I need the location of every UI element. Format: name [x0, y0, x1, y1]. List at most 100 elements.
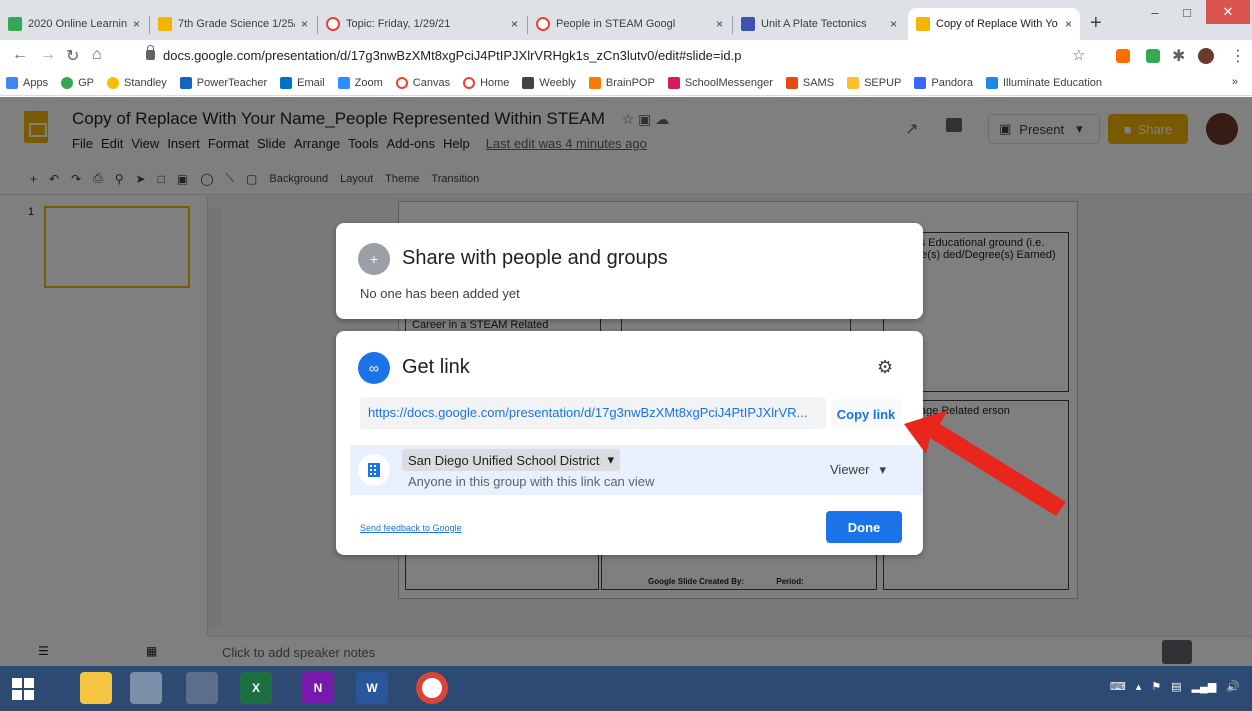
signal-icon[interactable]: ▂▄▆ — [1192, 680, 1217, 693]
file-explorer-icon[interactable] — [80, 672, 112, 704]
brainpop-icon — [588, 76, 601, 89]
done-button[interactable]: Done — [826, 511, 902, 543]
keyboard-icon[interactable]: ⌨ — [1110, 680, 1126, 693]
menu-kebab-icon[interactable]: ⋮ — [1230, 46, 1246, 66]
bookmark-powerteacher[interactable]: PowerTeacher — [179, 76, 267, 89]
zoom-icon — [337, 76, 350, 89]
slides-icon — [916, 17, 930, 31]
bookmarks-more-icon[interactable]: » — [1232, 76, 1238, 88]
get-link-title: Get link — [402, 356, 470, 378]
reload-icon[interactable]: ↻ — [66, 46, 79, 66]
new-tab-button[interactable]: + — [1090, 12, 1102, 35]
permission-row: San Diego Unified School District ▾ Anyo… — [350, 445, 923, 495]
bookmark-home[interactable]: Home — [463, 76, 509, 89]
canvas-icon — [463, 76, 476, 89]
system-tray: ⌨ ▴ ⚑ ▤ ▂▄▆ 🔊 — [1110, 680, 1240, 693]
bookmark-apps[interactable]: Apps — [6, 76, 48, 89]
flag-icon[interactable]: ⚑ — [1151, 680, 1161, 693]
extension-icon[interactable] — [1116, 49, 1130, 63]
role-dropdown[interactable]: Viewer ▾ — [830, 462, 886, 478]
pandora-icon — [914, 76, 927, 89]
window-close-icon[interactable]: ✕ — [1206, 0, 1250, 24]
canvas-icon — [536, 17, 550, 31]
sepup-icon — [847, 76, 860, 89]
bookmark-weebly[interactable]: Weebly — [522, 76, 576, 89]
volume-icon[interactable]: 🔊 — [1226, 680, 1240, 693]
bookmark-zoom[interactable]: Zoom — [337, 76, 383, 89]
bookmark-standley[interactable]: Standley — [106, 76, 167, 89]
extensions-puzzle-icon[interactable]: ✱ — [1172, 46, 1185, 66]
windows-taskbar: X N W ⌨ ▴ ⚑ ▤ ▂▄▆ 🔊 — [0, 666, 1252, 711]
outlook-icon — [280, 76, 293, 89]
illuminate-icon — [985, 76, 998, 89]
bookmark-pandora[interactable]: Pandora — [914, 76, 973, 89]
onenote-icon — [741, 17, 755, 31]
minimize-icon[interactable]: – — [1140, 0, 1170, 24]
bookmark-star-icon[interactable]: ☆ — [1072, 46, 1085, 64]
get-link-card: ∞ Get link ⚙ https://docs.google.com/pre… — [336, 331, 923, 555]
bookmark-canvas[interactable]: Canvas — [395, 76, 450, 89]
chrome-icon[interactable] — [416, 672, 448, 704]
browser-tab[interactable]: Unit A Plate Tectonics × — [733, 8, 905, 40]
bookmark-email[interactable]: Email — [280, 76, 325, 89]
chevron-down-icon: ▾ — [879, 462, 887, 477]
forward-icon[interactable]: → — [40, 46, 56, 64]
link-icon: ∞ — [358, 352, 390, 384]
windows-start-icon[interactable] — [12, 678, 34, 700]
address-bar-row: ← → ↻ ⌂ docs.google.com/presentation/d/1… — [0, 40, 1252, 70]
profile-avatar[interactable] — [1198, 48, 1214, 64]
maximize-icon[interactable]: □ — [1172, 0, 1202, 24]
bookmark-illuminate[interactable]: Illuminate Education — [985, 76, 1102, 89]
back-icon[interactable]: ← — [12, 46, 28, 64]
share-title: Share with people and groups — [402, 247, 668, 269]
building-icon — [358, 454, 390, 486]
word-icon[interactable]: W — [356, 672, 388, 704]
bookmark-sams[interactable]: SAMS — [785, 76, 834, 89]
network-icon[interactable]: ▤ — [1171, 680, 1181, 693]
browser-tab[interactable]: Topic: Friday, 1/29/21 × — [318, 8, 526, 40]
bookmark-icon — [106, 76, 119, 89]
browser-tab-active[interactable]: Copy of Replace With Yo × — [908, 8, 1080, 40]
url-field[interactable]: docs.google.com/presentation/d/17g3nwBzX… — [126, 43, 1126, 67]
home-icon[interactable]: ⌂ — [92, 46, 102, 64]
gear-icon[interactable]: ⚙ — [877, 357, 893, 378]
bookmark-gp[interactable]: GP — [61, 76, 94, 89]
permission-description: Anyone in this group with this link can … — [408, 474, 655, 489]
lock-icon — [146, 45, 155, 60]
onenote-app-icon[interactable]: N — [302, 672, 334, 704]
close-icon[interactable]: × — [301, 17, 308, 31]
browser-tab[interactable]: People in STEAM Googl × — [528, 8, 731, 40]
send-feedback-link[interactable]: Send feedback to Google — [360, 523, 462, 533]
red-arrow-annotation — [904, 410, 1066, 516]
share-people-card: + Share with people and groups No one ha… — [336, 223, 923, 319]
bookmark-sepup[interactable]: SEPUP — [847, 76, 901, 89]
browser-tab-strip: 2020 Online Learning D × 7th Grade Scien… — [0, 0, 1252, 40]
canvas-icon — [395, 76, 408, 89]
close-icon[interactable]: × — [1065, 17, 1072, 31]
bookmark-brainpop[interactable]: BrainPOP — [588, 76, 655, 89]
close-icon[interactable]: × — [716, 17, 723, 31]
sams-icon — [785, 76, 798, 89]
browser-tab[interactable]: 7th Grade Science 1/25/ × — [150, 8, 316, 40]
chevron-up-icon[interactable]: ▴ — [1136, 680, 1142, 693]
schoolmessenger-icon — [667, 76, 680, 89]
paint-icon[interactable] — [130, 672, 162, 704]
close-icon[interactable]: × — [133, 17, 140, 31]
excel-icon[interactable]: X — [240, 672, 272, 704]
access-scope-dropdown[interactable]: San Diego Unified School District ▾ — [402, 449, 621, 471]
weebly-icon — [522, 76, 535, 89]
close-icon[interactable]: × — [890, 17, 897, 31]
powerteacher-icon — [179, 76, 192, 89]
extension-icon[interactable] — [1146, 49, 1160, 63]
chevron-down-icon: ▾ — [607, 452, 615, 467]
copy-link-button[interactable]: Copy link — [831, 399, 901, 429]
apps-grid-icon — [6, 76, 18, 89]
link-url-field[interactable]: https://docs.google.com/presentation/d/1… — [360, 397, 826, 429]
browser-tab[interactable]: 2020 Online Learning D × — [0, 8, 148, 40]
bookmark-schoolmessenger[interactable]: SchoolMessenger — [667, 76, 773, 89]
slides-icon — [158, 17, 172, 31]
canvas-icon — [326, 17, 340, 31]
snipping-tool-icon[interactable] — [186, 672, 218, 704]
bookmarks-bar: Apps GP Standley PowerTeacher Email Zoom… — [0, 70, 1252, 96]
close-icon[interactable]: × — [511, 17, 518, 31]
